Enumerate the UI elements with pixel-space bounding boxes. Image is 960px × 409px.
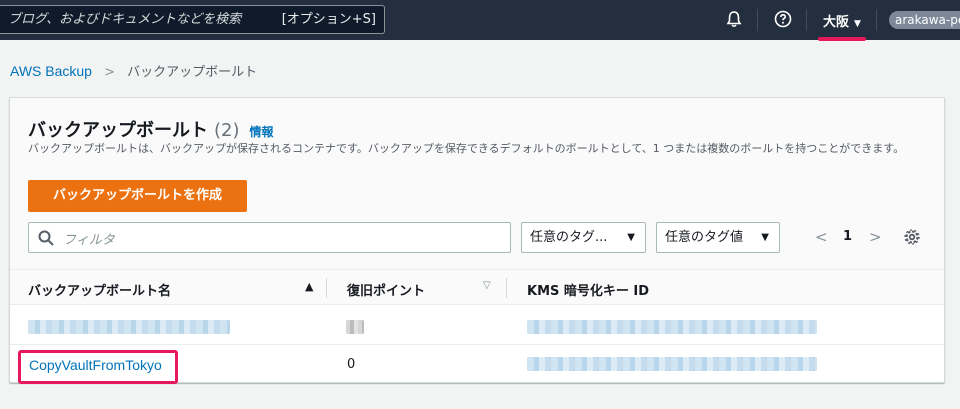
topbar-divider <box>757 9 758 31</box>
vault-name-link-redacted[interactable] <box>28 320 230 334</box>
panel-header: バックアップボールト (2) 情報 バックアップボールトは、バックアップが保存される… <box>10 98 944 269</box>
table-header: バックアップボールト名 ▲ 復旧ポイント ▽ KMS 暗号化キー ID <box>10 269 944 305</box>
column-header-kms-key-id[interactable]: KMS 暗号化キー ID <box>527 280 649 299</box>
column-header-vault-name[interactable]: バックアップボールト名 <box>28 280 171 299</box>
create-backup-vault-button[interactable]: バックアップボールトを作成 <box>28 180 247 212</box>
kms-key-redacted <box>527 357 817 371</box>
info-link[interactable]: 情報 <box>250 125 274 139</box>
table-row: CopyVaultFromTokyo 0 <box>10 346 944 384</box>
column-divider <box>506 278 507 298</box>
vault-count: (2) <box>214 120 240 141</box>
chevron-right-icon: > <box>104 65 116 80</box>
kms-key-redacted <box>527 320 817 334</box>
backup-vaults-panel: バックアップボールト (2) 情報 バックアップボールトは、バックアップが保存される… <box>9 97 945 384</box>
account-name: arakawa-pen <box>895 13 960 27</box>
filter-placeholder: フィルタ <box>63 233 115 248</box>
topbar-divider <box>806 9 807 31</box>
caret-down-icon: ▼ <box>761 232 769 243</box>
region-selector[interactable]: 大阪 ▼ <box>823 11 861 30</box>
sort-icon[interactable]: ▽ <box>483 280 491 291</box>
tag-key-select-value: 任意のタグ... <box>530 230 608 245</box>
recovery-points-redacted <box>346 320 364 334</box>
caret-down-icon: ▼ <box>854 19 861 29</box>
search-placeholder: ブログ、およびドキュメントなどを検索 <box>8 12 242 27</box>
help-icon[interactable] <box>773 10 793 30</box>
account-menu[interactable]: arakawa-pen <box>889 11 960 29</box>
recovery-points-value: 0 <box>347 357 356 372</box>
search-shortcut: [オプション+S] <box>281 12 376 27</box>
column-divider <box>326 278 327 298</box>
filter-input[interactable]: フィルタ <box>28 222 511 253</box>
region-annotation-underline <box>818 37 866 41</box>
chevron-right-icon[interactable]: > <box>869 228 882 246</box>
top-navigation-bar: ブログ、およびドキュメントなどを検索 [オプション+S] 大阪 ▼ arakawa… <box>0 0 960 40</box>
region-label: 大阪 <box>823 15 850 30</box>
settings-icon[interactable] <box>903 228 921 246</box>
chevron-left-icon[interactable]: < <box>815 228 828 246</box>
column-header-recovery-points[interactable]: 復旧ポイント <box>347 280 425 299</box>
sort-ascending-icon[interactable]: ▲ <box>305 280 313 293</box>
page-number[interactable]: 1 <box>843 229 852 244</box>
caret-down-icon: ▼ <box>627 232 635 243</box>
breadcrumb-service-link[interactable]: AWS Backup <box>10 63 92 79</box>
global-search-input[interactable]: ブログ、およびドキュメントなどを検索 [オプション+S] <box>0 5 385 34</box>
bell-icon[interactable] <box>724 10 744 30</box>
breadcrumb: AWS Backup > バックアップボールト <box>10 61 257 80</box>
page-title: バックアップボールト (2) 情報 <box>28 116 274 142</box>
tag-key-select[interactable]: 任意のタグ... ▼ <box>521 222 646 253</box>
vault-name-link[interactable]: CopyVaultFromTokyo <box>29 357 162 373</box>
search-icon <box>38 230 54 246</box>
page-title-text: バックアップボールト <box>28 120 208 141</box>
topbar-divider <box>876 9 877 31</box>
table-row <box>10 307 944 345</box>
tag-value-select-value: 任意のタグ値 <box>665 230 744 245</box>
tag-value-select[interactable]: 任意のタグ値 ▼ <box>656 222 780 253</box>
panel-description: バックアップボールトは、バックアップが保存されるコンテナです。バックアップを保存… <box>28 142 905 155</box>
breadcrumb-current: バックアップボールト <box>127 65 258 80</box>
